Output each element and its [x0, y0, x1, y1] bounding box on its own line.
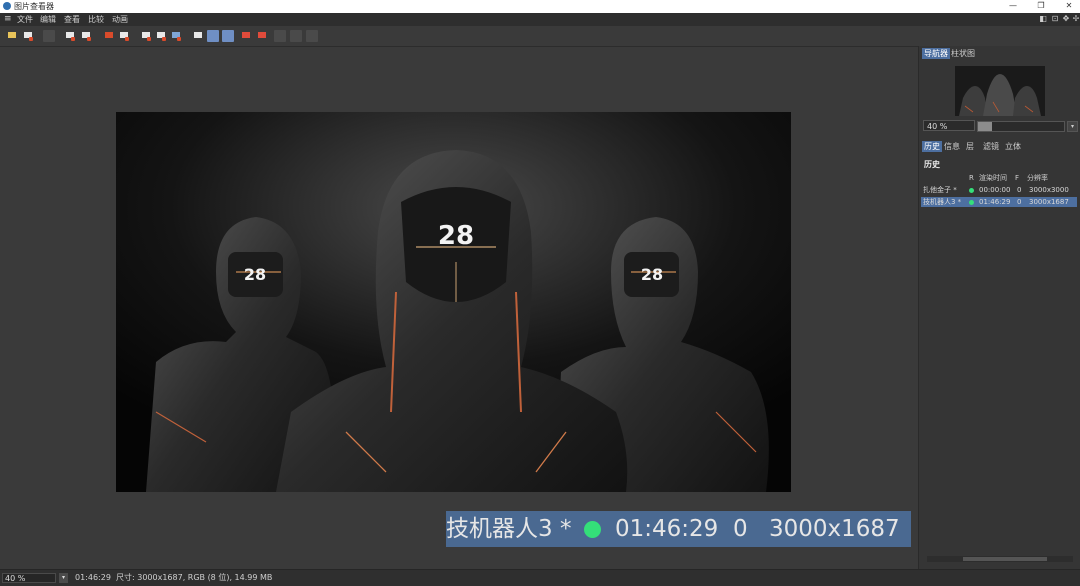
open-file-icon[interactable] — [6, 30, 18, 42]
pan-icon[interactable]: ✢ — [1072, 15, 1080, 23]
disabled-tool-icon[interactable] — [43, 30, 55, 42]
navigator-zoom-field[interactable]: 40 % — [923, 120, 975, 131]
status-render-time: 01:46:29 — [75, 573, 111, 582]
split-view-icon[interactable] — [103, 30, 115, 42]
crop-icon[interactable] — [155, 30, 167, 42]
render-image: 28 28 28 — [116, 112, 791, 492]
maximize-button[interactable]: ❐ — [1031, 0, 1051, 13]
history-row-zoom-callout: 技机器人3 * 01:46:29 0 3000x1687 — [446, 511, 911, 547]
swap-ab-icon[interactable] — [274, 30, 286, 42]
tab-histogram[interactable]: 柱状图 — [949, 48, 977, 59]
right-helmet-badge: 28 — [641, 265, 663, 284]
status-zoom-dropdown-icon[interactable]: ▾ — [59, 573, 68, 583]
history-row-resolution: 3000x3000 — [1029, 186, 1069, 194]
menu-bar: ≡ 文件 编辑 查看 比较 动画 ◧ ⊡ ✥ ✢ — [0, 13, 1080, 26]
delete-ab-icon[interactable] — [290, 30, 302, 42]
ab-compare-icon[interactable] — [192, 30, 204, 42]
history-heading: 历史 — [924, 160, 940, 169]
window-title: 图片查看器 — [14, 2, 54, 11]
render-viewport[interactable]: 28 28 28 — [116, 112, 791, 492]
set-b-icon[interactable] — [256, 30, 268, 42]
callout-status-dot — [584, 521, 601, 538]
ab-options-icon[interactable] — [306, 30, 318, 42]
scrollbar-thumb[interactable] — [963, 557, 1047, 561]
history-row-f: 0 — [1017, 198, 1022, 206]
col-resolution: 分辨率 — [1027, 174, 1048, 182]
menu-view[interactable]: 查看 — [64, 14, 80, 25]
status-image-info: 尺寸: 3000x1687, RGB (8 位), 14.99 MB — [116, 573, 273, 582]
history-row-name: 扎他金子 * — [923, 186, 957, 194]
menu-compare[interactable]: 比较 — [88, 14, 104, 25]
tab-navigator[interactable]: 导航器 — [922, 48, 950, 59]
callout-resolution: 3000x1687 — [769, 516, 900, 542]
set-a-icon[interactable] — [240, 30, 252, 42]
color-picker-icon[interactable] — [170, 30, 182, 42]
center-helmet-badge: 28 — [438, 221, 474, 251]
fit-view-icon[interactable] — [207, 30, 219, 42]
history-row-f: 0 — [1017, 186, 1022, 194]
print-icon[interactable] — [80, 30, 92, 42]
col-r: R — [969, 174, 974, 182]
title-bar: 图片查看器 — ❐ ✕ — [0, 0, 1080, 13]
status-dot — [969, 188, 974, 193]
tab-stereo[interactable]: 立体 — [1003, 141, 1023, 152]
copy-image-icon[interactable] — [64, 30, 76, 42]
actual-size-icon[interactable] — [222, 30, 234, 42]
tab-history[interactable]: 历史 — [922, 141, 942, 152]
col-render-time: 渲染时间 — [979, 174, 1007, 182]
menu-icon[interactable]: ≡ — [4, 15, 12, 24]
menu-file[interactable]: 文件 — [17, 14, 33, 25]
col-f: F — [1015, 174, 1020, 182]
status-dot — [969, 200, 974, 205]
compare-icon[interactable] — [118, 30, 130, 42]
status-bar: 40 % ▾ 01:46:29 尺寸: 3000x1687, RGB (8 位)… — [0, 569, 1080, 586]
history-row-selected[interactable]: 技机器人3 * 01:46:29 0 3000x1687 — [921, 197, 1077, 207]
history-row-resolution: 3000x1687 — [1029, 198, 1069, 206]
zoom-dropdown-icon[interactable]: ▾ — [1067, 121, 1078, 132]
tab-filters[interactable]: 滤镜 — [981, 141, 1001, 152]
callout-f: 0 — [733, 516, 748, 542]
menu-animation[interactable]: 动画 — [112, 14, 128, 25]
tab-info[interactable]: 信息 — [942, 141, 962, 152]
minimize-button[interactable]: — — [1003, 0, 1023, 13]
history-row-time: 01:46:29 — [979, 198, 1011, 206]
callout-name: 技机器人3 * — [446, 516, 572, 542]
region-render-icon[interactable] — [140, 30, 152, 42]
status-zoom-field[interactable]: 40 % — [2, 573, 56, 583]
menu-edit[interactable]: 编辑 — [40, 14, 56, 25]
app-logo-icon — [3, 2, 11, 10]
history-scrollbar[interactable] — [927, 556, 1073, 562]
panel-layout-icon[interactable]: ◧ — [1039, 15, 1047, 23]
left-helmet-badge: 28 — [244, 265, 266, 284]
toolbar — [0, 26, 1080, 47]
history-row-time: 00:00:00 — [979, 186, 1011, 194]
expand-icon[interactable]: ⊡ — [1051, 15, 1059, 23]
history-row-name: 技机器人3 * — [923, 198, 962, 206]
navigator-zoom-slider[interactable] — [977, 121, 1065, 132]
close-button[interactable]: ✕ — [1059, 0, 1079, 13]
move-icon[interactable]: ✥ — [1062, 15, 1070, 23]
side-panel: 导航器 柱状图 40 % ▾ 历史 信息 层 滤镜 立体 历史 R 渲染时间 F… — [918, 46, 1080, 569]
navigator-thumbnail[interactable] — [955, 66, 1045, 116]
zoom-slider-handle[interactable] — [978, 122, 992, 131]
save-file-icon[interactable] — [22, 30, 34, 42]
history-row[interactable]: 扎他金子 * 00:00:00 0 3000x3000 — [921, 185, 1077, 195]
tab-layers[interactable]: 层 — [964, 141, 976, 152]
callout-time: 01:46:29 — [615, 516, 719, 542]
